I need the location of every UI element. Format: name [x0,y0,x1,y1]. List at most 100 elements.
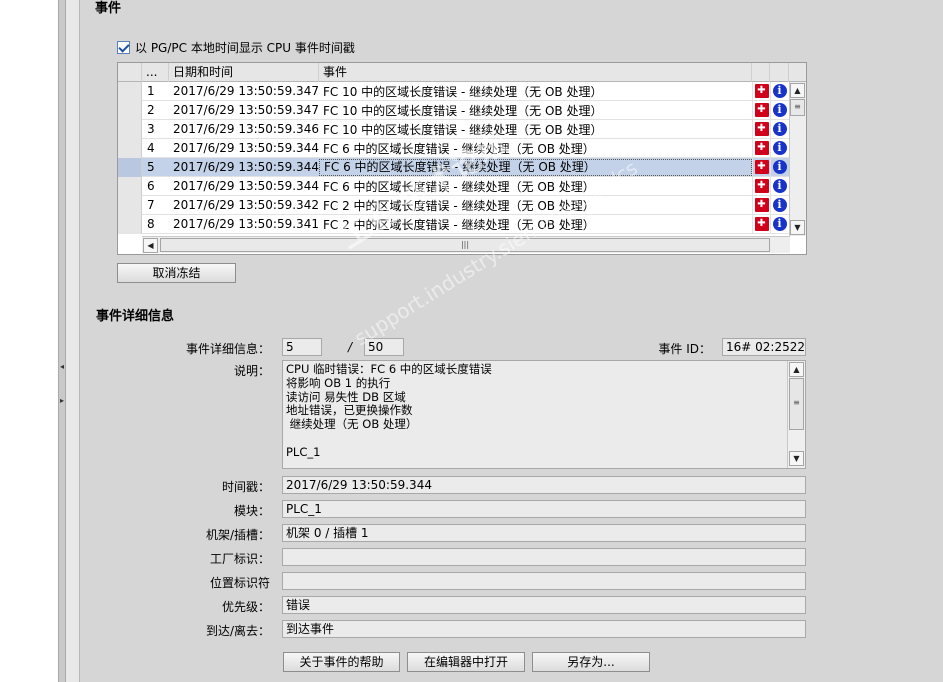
row-info-cell[interactable]: i [770,195,788,215]
row-event: FC 2 中的区域长度错误 - 继续处理（无 OB 处理） [323,217,595,232]
info-icon[interactable]: i [772,160,787,174]
local-time-checkbox-label[interactable]: 以 PG/PC 本地时间显示 CPU 事件时间戳 [135,39,355,56]
row-help-cell[interactable]: ✚ [752,81,770,101]
open-in-editor-button[interactable]: 在编辑器中打开 [407,652,525,672]
row-number: 1 [147,84,155,98]
row-gutter[interactable] [118,81,142,101]
tool-icon[interactable]: ✚ [754,160,769,174]
detail-info-label: 事件详细信息： [185,342,270,356]
collapse-left-arrow-icon[interactable]: ◂ [59,362,65,371]
row-info-cell[interactable]: i [770,81,788,101]
row-datetime: 2017/6/29 13:50:59.342 [173,198,319,212]
row-gutter[interactable] [118,100,142,120]
info-icon[interactable]: i [772,217,787,231]
location-id-field [282,572,806,590]
desc-scroll-down-icon[interactable]: ▼ [789,451,804,466]
tool-icon[interactable]: ✚ [754,122,769,136]
horizontal-scroll-thumb[interactable]: ||| [160,238,770,252]
local-time-checkbox-row[interactable]: 以 PG/PC 本地时间显示 CPU 事件时间戳 [117,39,355,56]
scroll-up-icon[interactable]: ▲ [790,83,805,98]
row-info-cell[interactable]: i [770,176,788,196]
info-icon[interactable]: i [772,179,787,193]
events-section-title: 事件 [95,1,122,16]
description-box[interactable]: CPU 临时错误：FC 6 中的区域长度错误 将影响 OB 1 的执行 读访问 … [282,360,806,469]
table-row[interactable]: 1 2017/6/29 13:50:59.347 FC 10 中的区域长度错误 - … [118,81,790,101]
table-row[interactable]: 6 2017/6/29 13:50:59.344 FC 6 中的区域长度错误 - 继… [118,176,790,196]
table-header: ... 日期和时间 事件 [118,63,806,82]
header-col-number[interactable]: ... [142,63,169,82]
row-event: FC 10 中的区域长度错误 - 继续处理（无 OB 处理） [323,84,603,99]
table-row[interactable]: 2 2017/6/29 13:50:59.347 FC 10 中的区域长度错误 - … [118,100,790,120]
table-row[interactable]: 4 2017/6/29 13:50:59.344 FC 6 中的区域长度错误 - 继… [118,138,790,158]
row-help-cell[interactable]: ✚ [752,157,770,177]
info-icon[interactable]: i [772,122,787,136]
event-help-button[interactable]: 关于事件的帮助 [283,652,400,672]
detail-index-field[interactable]: 5 [282,338,322,356]
row-help-cell[interactable]: ✚ [752,119,770,139]
row-number: 5 [147,160,155,174]
desc-scroll-thumb[interactable]: ≡ [789,378,804,430]
expand-right-arrow-icon[interactable]: ▸ [59,396,65,405]
scroll-left-icon[interactable]: ◀ [143,238,158,253]
tool-icon[interactable]: ✚ [754,84,769,98]
panel-splitter[interactable]: ◂ ▸ [58,0,66,682]
row-help-cell[interactable]: ✚ [752,176,770,196]
local-time-checkbox[interactable] [117,41,130,54]
row-info-cell[interactable]: i [770,119,788,139]
row-number: 8 [147,217,155,231]
unfreeze-button[interactable]: 取消冻结 [117,263,236,283]
header-col-datetime[interactable]: 日期和时间 [169,63,319,82]
scroll-thumb[interactable]: ≡ [790,99,805,116]
row-info-cell[interactable]: i [770,214,788,234]
row-gutter[interactable] [118,214,142,234]
table-row[interactable]: 3 2017/6/29 13:50:59.346 FC 10 中的区域长度错误 - … [118,119,790,139]
tool-icon[interactable]: ✚ [754,141,769,155]
header-col-icon1 [752,63,770,82]
panel-separator [66,0,80,682]
description-scrollbar[interactable]: ▲ ≡ ▼ [787,361,805,468]
info-icon[interactable]: i [772,141,787,155]
row-gutter[interactable] [118,157,142,177]
table-row[interactable]: 7 2017/6/29 13:50:59.342 FC 2 中的区域长度错误 - 继… [118,195,790,215]
direction-label: 到达/离去： [205,624,270,638]
row-number: 6 [147,179,155,193]
details-section-title: 事件详细信息 [96,309,175,324]
description-text: CPU 临时错误：FC 6 中的区域长度错误 将影响 OB 1 的执行 读访问 … [286,362,492,459]
event-id-label: 事件 ID： [658,342,711,356]
row-datetime: 2017/6/29 13:50:59.347 [173,103,319,117]
row-number: 2 [147,103,155,117]
row-help-cell[interactable]: ✚ [752,195,770,215]
tool-icon[interactable]: ✚ [754,198,769,212]
info-icon[interactable]: i [772,103,787,117]
table-row[interactable]: 8 2017/6/29 13:50:59.341 FC 2 中的区域长度错误 - 继… [118,214,790,234]
info-icon[interactable]: i [772,84,787,98]
row-help-cell[interactable]: ✚ [752,100,770,120]
module-field: PLC_1 [282,500,806,518]
save-as-button[interactable]: 另存为... [532,652,650,672]
row-datetime: 2017/6/29 13:50:59.344 [173,141,319,155]
tool-icon[interactable]: ✚ [754,103,769,117]
table-row[interactable]: 5 2017/6/29 13:50:59.344 FC 6 中的区域长度错误 - 继… [118,157,790,177]
row-help-cell[interactable]: ✚ [752,138,770,158]
table-vertical-scrollbar[interactable]: ▲ ≡ ▼ [789,82,806,236]
row-gutter[interactable] [118,119,142,139]
row-event: FC 2 中的区域长度错误 - 继续处理（无 OB 处理） [323,198,595,213]
row-help-cell[interactable]: ✚ [752,214,770,234]
row-number: 3 [147,122,155,136]
row-info-cell[interactable]: i [770,138,788,158]
row-event: FC 6 中的区域长度错误 - 继续处理（无 OB 处理） [319,158,752,176]
row-event: FC 6 中的区域长度错误 - 继续处理（无 OB 处理） [323,179,595,194]
scroll-down-icon[interactable]: ▼ [790,220,805,235]
tool-icon[interactable]: ✚ [754,217,769,231]
detail-total-field: 50 [364,338,404,356]
row-gutter[interactable] [118,138,142,158]
row-gutter[interactable] [118,176,142,196]
row-info-cell[interactable]: i [770,100,788,120]
header-col-event[interactable]: 事件 [319,63,752,82]
table-horizontal-scrollbar[interactable]: ◀ ||| [142,236,790,253]
tool-icon[interactable]: ✚ [754,179,769,193]
desc-scroll-up-icon[interactable]: ▲ [789,362,804,377]
row-gutter[interactable] [118,195,142,215]
row-info-cell[interactable]: i [770,157,788,177]
info-icon[interactable]: i [772,198,787,212]
